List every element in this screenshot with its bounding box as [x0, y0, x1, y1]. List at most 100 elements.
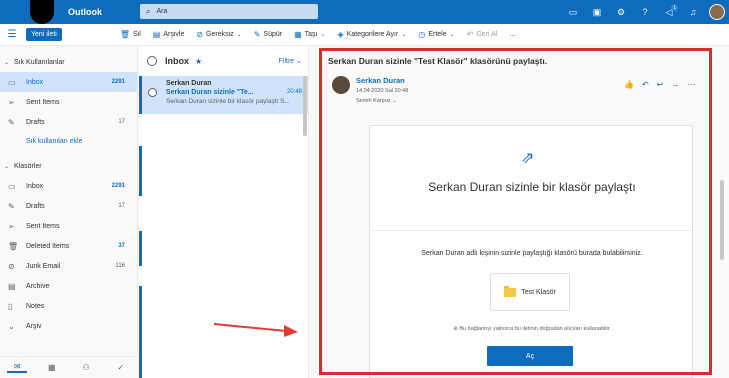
nav-item-label: Archive [26, 282, 50, 290]
chevron-down-icon[interactable]: ⌄ [8, 322, 26, 331]
card-note-text: Bu bağlantıyı yalnızca bu iletinin doğru… [459, 326, 611, 332]
scroll-thumb[interactable] [720, 180, 724, 260]
chevron-down-icon[interactable]: ⌄ [392, 98, 397, 104]
top-bar: Outlook ⌕ Ara ▭ ▣ ⚙ ? ◁ 1 ♫ [0, 0, 729, 24]
archive-button[interactable]: ▤ Arşivle [153, 30, 185, 39]
message-list-scrollbar[interactable] [303, 76, 307, 136]
folder-item-junk[interactable]: ⊘ Junk Email 116 [0, 256, 137, 276]
user-avatar[interactable] [709, 4, 725, 20]
calendar-icon[interactable]: ▦ [42, 363, 62, 372]
star-icon[interactable]: ★ [195, 57, 202, 66]
clock-icon: ◷ [418, 30, 426, 39]
app-launcher-button[interactable] [30, 0, 54, 24]
shared-folder-link[interactable]: Test Klasör [490, 273, 570, 311]
message-select-radio[interactable] [148, 88, 157, 97]
move-button[interactable]: ▦ Taşı ⌄ [294, 30, 325, 39]
chevron-down-icon[interactable]: ⌄ [450, 31, 455, 38]
delete-button[interactable]: 🗑 Sil [120, 30, 141, 39]
new-message-button[interactable]: Yeni ileti [26, 28, 62, 41]
chevron-down-icon[interactable]: ⌄ [321, 31, 326, 38]
pencil-icon: ✎ [8, 117, 15, 127]
folder-item-deleted[interactable]: 🗑 Deleted Items 37 [0, 236, 137, 256]
add-favorite-link[interactable]: Sık kullanılan ekle [0, 132, 137, 152]
inbox-icon: ▭ [8, 181, 16, 191]
message-item[interactable]: Serkan Duran Serkan Duran sizinle "Te...… [139, 76, 308, 114]
more-actions-icon[interactable]: ⋯ [687, 80, 695, 89]
chevron-down-icon[interactable]: ⌄ [237, 31, 242, 38]
card-title: Serkan Duran sizinle bir klasör paylaştı [428, 180, 636, 194]
junk-label: Gereksiz [206, 31, 234, 38]
snooze-button[interactable]: ◷ Ertele ⌄ [418, 30, 454, 39]
fav-item-sent[interactable]: ➢ Sent Items [0, 92, 137, 112]
search-icon: ⌕ [146, 6, 151, 16]
junk-button[interactable]: ⊘ Gereksiz ⌄ [196, 30, 241, 39]
list-stripe [139, 286, 142, 378]
categorize-button[interactable]: ◈ Kategorilere Ayır ⌄ [338, 30, 407, 39]
chevron-down-icon: ⌄ [4, 59, 10, 66]
chevron-down-icon: ⌄ [4, 163, 10, 170]
undo-icon: ↶ [466, 30, 474, 39]
mail-icon[interactable]: ✉ [7, 362, 28, 373]
megaphone-icon[interactable]: ◁ 1 [657, 4, 681, 18]
nav-item-label: Deleted Items [26, 242, 70, 250]
bell-icon[interactable]: ♫ [681, 7, 705, 17]
reply-icon[interactable]: ↶ [642, 80, 649, 89]
top-icon-bar: ▭ ▣ ⚙ ? ◁ 1 ♫ [561, 0, 725, 24]
search-box[interactable]: ⌕ Ara [140, 4, 318, 19]
fav-item-inbox[interactable]: ▭ Inbox 2291 [0, 72, 137, 92]
annotation-arrow [214, 323, 298, 337]
message-actions: 👍 ↶ ↩ → ⋯ [624, 80, 695, 89]
help-icon[interactable]: ? [633, 7, 657, 17]
fav-item-drafts[interactable]: ✎ Drafts 17 [0, 112, 137, 132]
delete-label: Sil [132, 31, 141, 38]
list-stripe [139, 231, 142, 266]
shared-folder-card: ⇗ Serkan Duran sizinle bir klasör paylaş… [369, 125, 694, 378]
left-navigation: ⌄ Sık Kullanılanlar ▭ Inbox 2291 ➢ Sent … [0, 46, 138, 378]
unread-count: 2291 [111, 183, 125, 189]
hamburger-menu-icon[interactable]: ☰ [2, 29, 22, 40]
lock-icon: ⊛ [453, 326, 458, 332]
message-list-header: Inbox ★ Filtre ⌄ [139, 46, 308, 76]
list-stripe [139, 146, 142, 196]
note-icon: ▯ [8, 301, 13, 311]
sender-avatar[interactable] [332, 76, 350, 94]
undo-button[interactable]: ↶ Geri Al [467, 30, 498, 39]
pencil-icon: ✎ [8, 201, 15, 211]
nav-item-label: Arşiv [26, 322, 42, 330]
select-all-checkbox[interactable] [147, 56, 157, 66]
folder-item-sent[interactable]: ➢ Sent Items [0, 216, 137, 236]
search-placeholder: Ara [156, 8, 168, 15]
calendar-check-icon[interactable]: ▣ [585, 7, 609, 18]
folder-item-drafts[interactable]: ✎ Drafts 17 [0, 196, 137, 216]
message-subject: Serkan Duran sizinle "Te... [166, 89, 254, 96]
sender-name[interactable]: Serkan Duran [356, 76, 405, 85]
archive-icon: ▤ [152, 30, 161, 39]
chat-icon[interactable]: ▭ [561, 7, 585, 18]
folder-item-archive[interactable]: ▤ Archive [0, 276, 137, 296]
email-subject: Serkan Duran sizinle "Test Klasör" klasö… [328, 56, 548, 66]
reply-all-icon[interactable]: ↩ [657, 80, 664, 89]
favorites-header[interactable]: ⌄ Sık Kullanılanlar [0, 52, 137, 72]
more-commands-button[interactable]: ... [509, 31, 515, 38]
folder-item-inbox[interactable]: ▭ Inbox 2291 [0, 176, 137, 196]
chevron-down-icon[interactable]: ⌄ [401, 31, 406, 38]
sweep-button[interactable]: ✎ Süpür [254, 30, 282, 39]
people-icon[interactable]: ⚇ [76, 363, 96, 372]
folder-item-arsiv[interactable]: ⌄ Arşiv [0, 316, 137, 336]
filter-button[interactable]: Filtre ⌄ [279, 57, 302, 65]
reading-pane-scrollbar[interactable] [717, 50, 727, 376]
folders-header[interactable]: ⌄ Klasörler [0, 156, 137, 176]
open-button[interactable]: Aç [487, 346, 573, 366]
like-icon[interactable]: 👍 [624, 80, 634, 89]
folder-name: Test Klasör [521, 288, 556, 296]
notification-badge: 1 [671, 4, 678, 11]
forward-icon[interactable]: → [671, 80, 679, 89]
nav-item-label: Drafts [26, 118, 45, 126]
gear-icon[interactable]: ⚙ [609, 7, 633, 18]
card-divider [370, 230, 694, 231]
undo-label: Geri Al [476, 31, 498, 38]
tasks-icon[interactable]: ✓ [111, 363, 131, 372]
snooze-label: Ertele [428, 31, 447, 38]
folder-item-notes[interactable]: ▯ Notes [0, 296, 137, 316]
folders-header-label: Klasörler [14, 162, 42, 170]
